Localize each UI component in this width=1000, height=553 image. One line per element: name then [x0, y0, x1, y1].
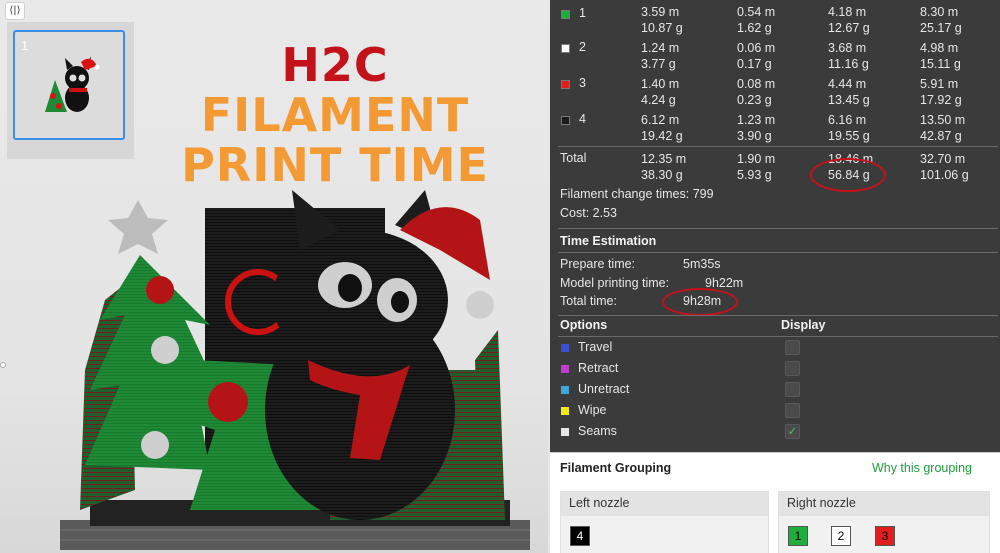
cost-line: Cost: 2.53 — [560, 206, 618, 220]
option-label-seams: Seams — [578, 424, 617, 438]
right-nozzle-label: Right nozzle — [779, 492, 989, 516]
filament-color-swatch — [561, 116, 570, 125]
sliced-model-preview — [60, 190, 530, 550]
highlight-ring-time — [662, 288, 738, 316]
filament-stat: 6.12 m 19.42 g — [641, 113, 683, 143]
divider — [558, 315, 998, 316]
total-stat: 32.70 m 101.06 g — [920, 152, 969, 182]
options-title: Options — [560, 318, 608, 332]
filament-chip-4[interactable]: 4 — [570, 526, 590, 546]
filament-stat: 4.98 m 15.11 g — [920, 41, 961, 71]
filament-stat: 6.16 m 19.55 g — [828, 113, 870, 143]
filament-chip-1[interactable]: 1 — [788, 526, 808, 546]
divider — [558, 336, 998, 337]
check-icon: ✓ — [787, 424, 798, 438]
filament-change-line: Filament change times: 799 — [560, 187, 714, 201]
cost-value: 2.53 — [592, 206, 618, 220]
filament-stat: 1.23 m 3.90 g — [737, 113, 776, 143]
plate-number: 1 — [21, 38, 29, 53]
unretract-display-checkbox[interactable] — [785, 382, 800, 397]
wipe-color-swatch — [561, 407, 569, 415]
filament-color-swatch — [561, 44, 570, 53]
3d-viewport[interactable]: ⟨|⟩ 1 H2C FILAMENT PRINT TIME — [0, 0, 548, 553]
side-handle-icon[interactable] — [0, 362, 6, 368]
prepare-time-value: 5m35s — [683, 257, 721, 271]
filament-stat: 3.68 m 11.16 g — [828, 41, 869, 71]
filament-stat: 0.54 m 1.62 g — [737, 5, 776, 35]
filament-change-value: 799 — [692, 187, 714, 201]
option-label-wipe: Wipe — [578, 403, 607, 417]
code-toggle-icon[interactable]: ⟨|⟩ — [5, 2, 25, 20]
filament-stat: 0.08 m 0.23 g — [737, 77, 776, 107]
filament-index: 1 — [579, 6, 586, 20]
filament-stat: 5.91 m 17.92 g — [920, 77, 962, 107]
plate-thumbnail-panel: 1 — [7, 22, 134, 159]
filament-stat: 1.24 m 3.77 g — [641, 41, 680, 71]
filament-index: 3 — [579, 76, 586, 90]
plate-thumbnail[interactable]: 1 — [13, 30, 125, 140]
retract-color-swatch — [561, 365, 569, 373]
filament-stat: 0.06 m 0.17 g — [737, 41, 776, 71]
option-label-unretract: Unretract — [578, 382, 630, 396]
divider — [558, 228, 998, 229]
prepare-time-label: Prepare time: — [560, 257, 636, 271]
total-stat: 12.35 m 38.30 g — [641, 152, 687, 182]
filament-stat: 3.59 m 10.87 g — [641, 5, 683, 35]
filament-stat: 4.44 m 13.45 g — [828, 77, 870, 107]
divider — [558, 252, 998, 253]
retract-display-checkbox[interactable] — [785, 361, 800, 376]
seams-color-swatch — [561, 428, 569, 436]
travel-color-swatch — [561, 344, 569, 352]
filament-grouping-title: Filament Grouping — [560, 461, 672, 475]
option-label-retract: Retract — [578, 361, 619, 375]
filament-chip-3[interactable]: 3 — [875, 526, 895, 546]
total-stat: 1.90 m 5.93 g — [737, 152, 776, 182]
model-time-label: Model printing time: — [560, 276, 670, 290]
headline-word: FILAMENT — [200, 88, 470, 142]
filament-index: 2 — [579, 40, 586, 54]
filament-index: 4 — [579, 112, 586, 126]
left-nozzle-box: Left nozzle 4 — [560, 491, 769, 553]
right-nozzle-box: Right nozzle 1 2 3 — [778, 491, 990, 553]
wipe-display-checkbox[interactable] — [785, 403, 800, 418]
filament-chip-2[interactable]: 2 — [831, 526, 851, 546]
filament-stat: 13.50 m 42.87 g — [920, 113, 966, 143]
time-estimation-title: Time Estimation — [560, 234, 657, 248]
unretract-color-swatch — [561, 386, 569, 394]
divider — [558, 146, 998, 147]
filament-grouping-panel: Filament Grouping Why this grouping Left… — [550, 452, 1000, 553]
filament-stat: 8.30 m 25.17 g — [920, 5, 962, 35]
model-thumbnail-image — [45, 56, 100, 112]
filament-color-swatch — [561, 10, 570, 19]
headline-line2: PRINT TIME — [181, 138, 489, 192]
total-label: Total — [560, 151, 587, 165]
headline-brand: H2C — [281, 38, 389, 92]
display-title: Display — [781, 318, 826, 332]
seams-display-checkbox[interactable]: ✓ — [785, 424, 800, 439]
travel-display-checkbox[interactable] — [785, 340, 800, 355]
headline-overlay: H2C FILAMENT PRINT TIME — [150, 40, 520, 190]
highlight-ring-weight — [810, 158, 886, 192]
filament-stat: 1.40 m 4.24 g — [641, 77, 680, 107]
why-this-grouping-link[interactable]: Why this grouping — [872, 461, 972, 475]
filament-stat: 4.18 m 12.67 g — [828, 5, 870, 35]
filament-color-swatch — [561, 80, 570, 89]
total-time-label: Total time: — [560, 294, 617, 308]
option-label-travel: Travel — [578, 340, 613, 354]
left-nozzle-label: Left nozzle — [561, 492, 768, 516]
